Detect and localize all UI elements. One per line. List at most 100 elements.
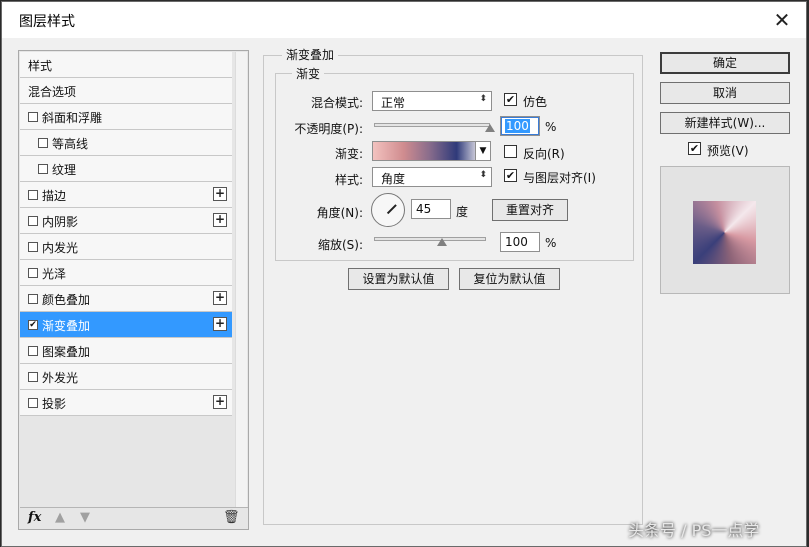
style-select[interactable]: 角度 ⬍ bbox=[372, 167, 492, 187]
style-item-checkbox[interactable] bbox=[38, 164, 48, 174]
dialog-title: 图层样式 bbox=[19, 14, 75, 30]
spinner-icon: ⬍ bbox=[479, 170, 487, 180]
angle-label: 角度(N): bbox=[316, 206, 363, 220]
style-item[interactable]: ✔ 渐变叠加 + bbox=[20, 312, 232, 338]
trash-icon[interactable]: 🗑 bbox=[223, 510, 240, 525]
cancel-button[interactable]: 取消 bbox=[660, 82, 790, 104]
style-item-checkbox[interactable] bbox=[38, 138, 48, 148]
reverse-checkbox[interactable] bbox=[504, 145, 517, 158]
scale-label: 缩放(S): bbox=[317, 238, 363, 252]
angle-unit: 度 bbox=[456, 205, 469, 219]
style-item-label: 斜面和浮雕 bbox=[42, 111, 103, 125]
style-item-label: 内阴影 bbox=[42, 215, 79, 229]
opacity-unit: % bbox=[545, 120, 557, 134]
style-item[interactable]: 等高线 bbox=[20, 130, 232, 156]
blend-mode-select[interactable]: 正常 ⬍ bbox=[372, 91, 492, 111]
reset-alignment-button[interactable]: 重置对齐 bbox=[492, 199, 568, 221]
dither-checkbox[interactable]: ✔ bbox=[504, 93, 517, 106]
style-item-label: 投影 bbox=[42, 397, 67, 411]
scale-value: 100 bbox=[505, 235, 528, 249]
styles-list-footer: fx ▲ ▼ 🗑 bbox=[20, 507, 248, 529]
style-item[interactable]: 描边 + bbox=[20, 182, 232, 208]
gradient-swatch[interactable] bbox=[372, 141, 476, 161]
angle-dial[interactable] bbox=[371, 193, 405, 227]
style-item-label: 内发光 bbox=[42, 241, 79, 255]
blend-mode-value: 正常 bbox=[381, 96, 406, 110]
scale-slider-thumb[interactable] bbox=[436, 238, 447, 246]
style-item-checkbox[interactable] bbox=[28, 398, 38, 408]
style-item-label: 纹理 bbox=[52, 163, 77, 177]
dither-label: 仿色 bbox=[523, 95, 548, 109]
style-item-label: 外发光 bbox=[42, 371, 79, 385]
move-down-icon[interactable]: ▼ bbox=[80, 510, 90, 525]
align-with-layer-checkbox[interactable]: ✔ bbox=[504, 169, 517, 182]
ok-button[interactable]: 确定 bbox=[660, 52, 790, 74]
set-default-button[interactable]: 设置为默认值 bbox=[348, 268, 449, 290]
style-item-label: 图案叠加 bbox=[42, 345, 91, 359]
gradient-overlay-title: 渐变叠加 bbox=[282, 46, 339, 63]
close-icon[interactable]: ✕ bbox=[770, 8, 794, 32]
style-item[interactable]: 纹理 bbox=[20, 156, 232, 182]
angle-input[interactable]: 45 bbox=[411, 199, 451, 219]
add-icon[interactable]: + bbox=[213, 291, 227, 305]
move-up-icon[interactable]: ▲ bbox=[55, 510, 65, 525]
style-item-checkbox[interactable] bbox=[28, 112, 38, 122]
style-item[interactable]: 颜色叠加 + bbox=[20, 286, 232, 312]
style-item[interactable]: 图案叠加 bbox=[20, 338, 232, 364]
add-icon[interactable]: + bbox=[213, 187, 227, 201]
style-value: 角度 bbox=[381, 172, 406, 186]
style-item-checkbox[interactable] bbox=[28, 268, 38, 278]
style-item-label: 混合选项 bbox=[28, 85, 77, 99]
scale-slider[interactable] bbox=[374, 237, 486, 241]
style-item-label: 颜色叠加 bbox=[42, 293, 91, 307]
style-item-checkbox[interactable] bbox=[28, 216, 38, 226]
add-icon[interactable]: + bbox=[213, 395, 227, 409]
preview-label: 预览(V) bbox=[707, 144, 749, 158]
reset-default-button[interactable]: 复位为默认值 bbox=[459, 268, 560, 290]
style-item[interactable]: 投影 + bbox=[20, 390, 232, 416]
style-item-checkbox[interactable] bbox=[28, 242, 38, 252]
angle-dial-needle bbox=[386, 204, 397, 215]
spinner-icon: ⬍ bbox=[479, 94, 487, 104]
fx-button[interactable]: fx bbox=[28, 510, 41, 525]
style-item-checkbox[interactable] bbox=[28, 346, 38, 356]
align-with-layer-label: 与图层对齐(I) bbox=[523, 171, 596, 185]
gradient-subgroup-title: 渐变 bbox=[292, 65, 325, 82]
add-icon[interactable]: + bbox=[213, 213, 227, 227]
style-item[interactable]: 内发光 bbox=[20, 234, 232, 260]
watermark: 头条号 / PS一点学 bbox=[628, 521, 760, 540]
scale-input[interactable]: 100 bbox=[500, 232, 540, 252]
opacity-value: 100 bbox=[505, 119, 530, 133]
styles-list-items: 样式混合选项斜面和浮雕等高线纹理描边 + 内阴影 + 内发光光泽颜色叠加 + ✔ 渐变叠加 + 图… bbox=[20, 52, 232, 507]
gradient-label: 渐变: bbox=[334, 147, 363, 161]
style-item-checkbox[interactable] bbox=[28, 372, 38, 382]
scale-unit: % bbox=[545, 236, 557, 250]
styles-list: 样式混合选项斜面和浮雕等高线纹理描边 + 内阴影 + 内发光光泽颜色叠加 + ✔ 渐变叠加 + 图… bbox=[18, 50, 249, 530]
style-item[interactable]: 外发光 bbox=[20, 364, 232, 390]
reverse-label: 反向(R) bbox=[523, 147, 565, 161]
style-item-checkbox[interactable]: ✔ bbox=[28, 320, 38, 330]
opacity-label: 不透明度(P): bbox=[294, 122, 363, 136]
style-item-label: 光泽 bbox=[42, 267, 67, 281]
style-item[interactable]: 样式 bbox=[20, 52, 232, 78]
new-style-button[interactable]: 新建样式(W)... bbox=[660, 112, 790, 134]
style-item-label: 描边 bbox=[42, 189, 67, 203]
style-item-label: 等高线 bbox=[52, 137, 89, 151]
style-item-label: 渐变叠加 bbox=[42, 319, 91, 333]
style-item-label: 样式 bbox=[28, 59, 53, 73]
style-item[interactable]: 斜面和浮雕 bbox=[20, 104, 232, 130]
style-item-checkbox[interactable] bbox=[28, 190, 38, 200]
style-item-checkbox[interactable] bbox=[28, 294, 38, 304]
opacity-input[interactable]: 100 bbox=[500, 116, 540, 136]
blend-mode-label: 混合模式: bbox=[310, 96, 363, 110]
opacity-slider-thumb[interactable] bbox=[485, 124, 495, 132]
style-item[interactable]: 光泽 bbox=[20, 260, 232, 286]
chevron-down-icon[interactable]: ▼ bbox=[475, 141, 491, 161]
style-item[interactable]: 内阴影 + bbox=[20, 208, 232, 234]
opacity-slider[interactable] bbox=[374, 123, 490, 127]
styles-list-scrollbar[interactable] bbox=[235, 52, 247, 507]
preview-checkbox[interactable]: ✔ bbox=[688, 142, 701, 155]
title-bar: 图层样式 ✕ bbox=[2, 2, 806, 38]
add-icon[interactable]: + bbox=[213, 317, 227, 331]
style-item[interactable]: 混合选项 bbox=[20, 78, 232, 104]
